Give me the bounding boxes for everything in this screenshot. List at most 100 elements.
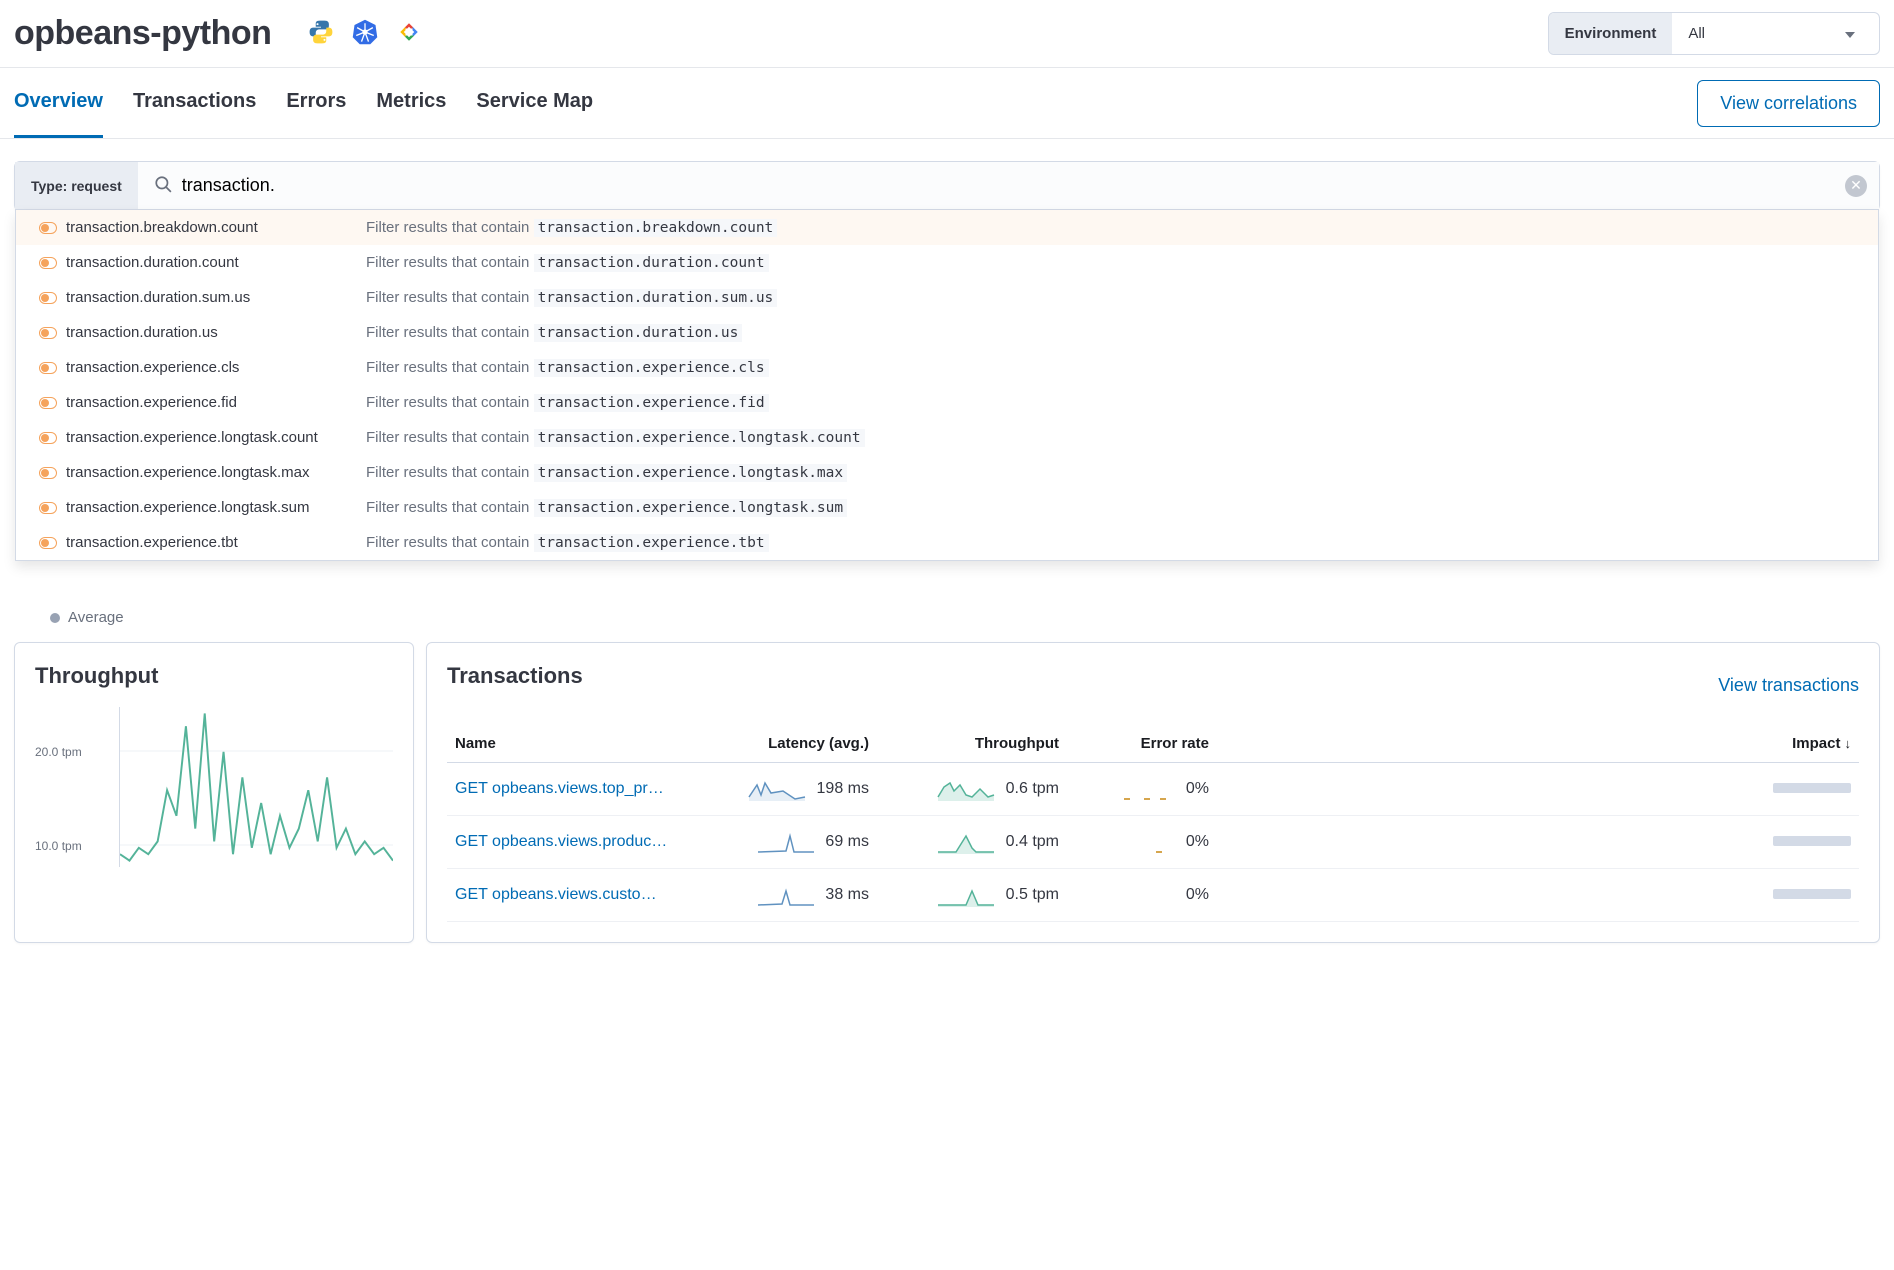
service-icons <box>307 18 423 49</box>
view-correlations-button[interactable]: View correlations <box>1697 80 1880 127</box>
field-type-icon <box>39 222 57 234</box>
error-rate-cell: 0% <box>1067 816 1217 869</box>
suggestion-code: transaction.breakdown.count <box>534 219 778 237</box>
throughput-cell: 0.5 tpm <box>877 869 1067 922</box>
sort-down-icon: ↓ <box>1845 736 1852 751</box>
col-impact[interactable]: Impact↓ <box>1217 725 1859 763</box>
col-name[interactable]: Name <box>447 725 697 763</box>
suggestion-code: transaction.experience.longtask.max <box>534 464 848 482</box>
suggestion-field: transaction.experience.fid <box>66 394 366 411</box>
environment-dropdown[interactable]: All <box>1672 13 1879 54</box>
impact-cell <box>1217 763 1859 816</box>
transaction-name-link[interactable]: GET opbeans.views.top_pr… <box>455 780 664 797</box>
transactions-panel-header: Transactions View transactions <box>447 663 1859 707</box>
suggestion-field: transaction.experience.longtask.count <box>66 429 366 446</box>
throughput-chart: 20.0 tpm 10.0 tpm <box>35 707 393 867</box>
suggestion-field: transaction.breakdown.count <box>66 219 366 236</box>
environment-selector: Environment All <box>1548 12 1880 55</box>
table-row: GET opbeans.views.produc… 69 ms 0.4 tpm … <box>447 816 1859 869</box>
suggestion-item[interactable]: transaction.breakdown.countFilter result… <box>16 210 1878 245</box>
transaction-name-link[interactable]: GET opbeans.views.produc… <box>455 833 667 850</box>
table-row: GET opbeans.views.custo… 38 ms 0.5 tpm 0… <box>447 869 1859 922</box>
suggestion-hint: Filter results that contain transaction.… <box>366 219 777 236</box>
suggestion-field: transaction.experience.longtask.max <box>66 464 366 481</box>
impact-cell <box>1217 816 1859 869</box>
transaction-name-link[interactable]: GET opbeans.views.custo… <box>455 886 657 903</box>
transactions-panel: Transactions View transactions Name Late… <box>426 642 1880 943</box>
suggestion-item[interactable]: transaction.experience.longtask.sumFilte… <box>16 490 1878 525</box>
field-type-icon <box>39 467 57 479</box>
suggestion-hint: Filter results that contain transaction.… <box>366 464 847 481</box>
suggestion-hint: Filter results that contain transaction.… <box>366 394 769 411</box>
suggestion-code: transaction.duration.count <box>534 254 769 272</box>
suggestion-hint: Filter results that contain transaction.… <box>366 499 847 516</box>
search-input[interactable] <box>182 162 1845 209</box>
suggestion-code: transaction.experience.longtask.sum <box>534 499 848 517</box>
suggestion-item[interactable]: transaction.experience.clsFilter results… <box>16 350 1878 385</box>
suggestion-item[interactable]: transaction.experience.longtask.maxFilte… <box>16 455 1878 490</box>
kubernetes-icon <box>351 18 379 49</box>
tabs: Overview Transactions Errors Metrics Ser… <box>14 68 593 138</box>
table-row: GET opbeans.views.top_pr… 198 ms 0.6 tpm… <box>447 763 1859 816</box>
python-icon <box>307 18 335 49</box>
chart-area <box>119 707 393 867</box>
suggestion-item[interactable]: transaction.duration.usFilter results th… <box>16 315 1878 350</box>
search-panel: Type: request ✕ transaction.breakdown.co… <box>14 161 1880 211</box>
suggestion-hint: Filter results that contain transaction.… <box>366 429 865 446</box>
suggestion-field: transaction.experience.cls <box>66 359 366 376</box>
suggestion-code: transaction.experience.longtask.count <box>534 429 865 447</box>
field-type-icon <box>39 502 57 514</box>
legend-average-label: Average <box>68 609 124 626</box>
panels-row: Throughput 20.0 tpm 10.0 tpm Transaction… <box>14 642 1880 943</box>
suggestion-field: transaction.experience.tbt <box>66 534 366 551</box>
error-rate-cell: 0% <box>1067 869 1217 922</box>
col-error-rate[interactable]: Error rate <box>1067 725 1217 763</box>
field-type-icon <box>39 362 57 374</box>
suggestion-field: transaction.experience.longtask.sum <box>66 499 366 516</box>
suggestion-item[interactable]: transaction.experience.fidFilter results… <box>16 385 1878 420</box>
suggestion-item[interactable]: transaction.experience.longtask.countFil… <box>16 420 1878 455</box>
suggestion-hint: Filter results that contain transaction.… <box>366 534 769 551</box>
suggestion-code: transaction.experience.cls <box>534 359 769 377</box>
tab-errors[interactable]: Errors <box>286 68 346 138</box>
suggestion-field: transaction.duration.count <box>66 254 366 271</box>
tab-transactions[interactable]: Transactions <box>133 68 256 138</box>
legend-dot-icon <box>50 613 60 623</box>
col-throughput[interactable]: Throughput <box>877 725 1067 763</box>
field-type-icon <box>39 432 57 444</box>
y-tick: 10.0 tpm <box>35 839 82 853</box>
impact-cell <box>1217 869 1859 922</box>
field-type-icon <box>39 537 57 549</box>
suggestion-hint: Filter results that contain transaction.… <box>366 359 769 376</box>
suggestion-item[interactable]: transaction.experience.tbtFilter results… <box>16 525 1878 560</box>
chevron-down-icon <box>1845 25 1855 42</box>
col-latency[interactable]: Latency (avg.) <box>697 725 877 763</box>
page-header: opbeans-python Environment All <box>0 0 1894 68</box>
clear-search-button[interactable]: ✕ <box>1845 175 1867 197</box>
tab-overview[interactable]: Overview <box>14 68 103 138</box>
field-type-icon <box>39 397 57 409</box>
tab-service-map[interactable]: Service Map <box>476 68 593 138</box>
suggestion-item[interactable]: transaction.duration.countFilter results… <box>16 245 1878 280</box>
below-search: Average <box>14 605 1880 630</box>
suggestion-code: transaction.experience.tbt <box>534 534 769 552</box>
suggestion-code: transaction.duration.sum.us <box>534 289 778 307</box>
view-transactions-link[interactable]: View transactions <box>1718 675 1859 696</box>
transactions-table: Name Latency (avg.) Throughput Error rat… <box>447 725 1859 922</box>
type-filter-badge[interactable]: Type: request <box>15 162 138 209</box>
latency-cell: 198 ms <box>697 763 877 816</box>
suggestion-item[interactable]: transaction.duration.sum.usFilter result… <box>16 280 1878 315</box>
throughput-cell: 0.4 tpm <box>877 816 1067 869</box>
tab-metrics[interactable]: Metrics <box>376 68 446 138</box>
y-tick: 20.0 tpm <box>35 745 82 759</box>
suggestion-hint: Filter results that contain transaction.… <box>366 254 769 271</box>
latency-cell: 38 ms <box>697 869 877 922</box>
error-rate-cell: 0% <box>1067 763 1217 816</box>
environment-label: Environment <box>1549 13 1673 54</box>
suggestion-hint: Filter results that contain transaction.… <box>366 289 777 306</box>
transactions-title: Transactions <box>447 663 583 689</box>
suggestion-field: transaction.duration.sum.us <box>66 289 366 306</box>
content: Type: request ✕ transaction.breakdown.co… <box>0 139 1894 965</box>
suggestion-hint: Filter results that contain transaction.… <box>366 324 742 341</box>
suggestion-code: transaction.duration.us <box>534 324 743 342</box>
